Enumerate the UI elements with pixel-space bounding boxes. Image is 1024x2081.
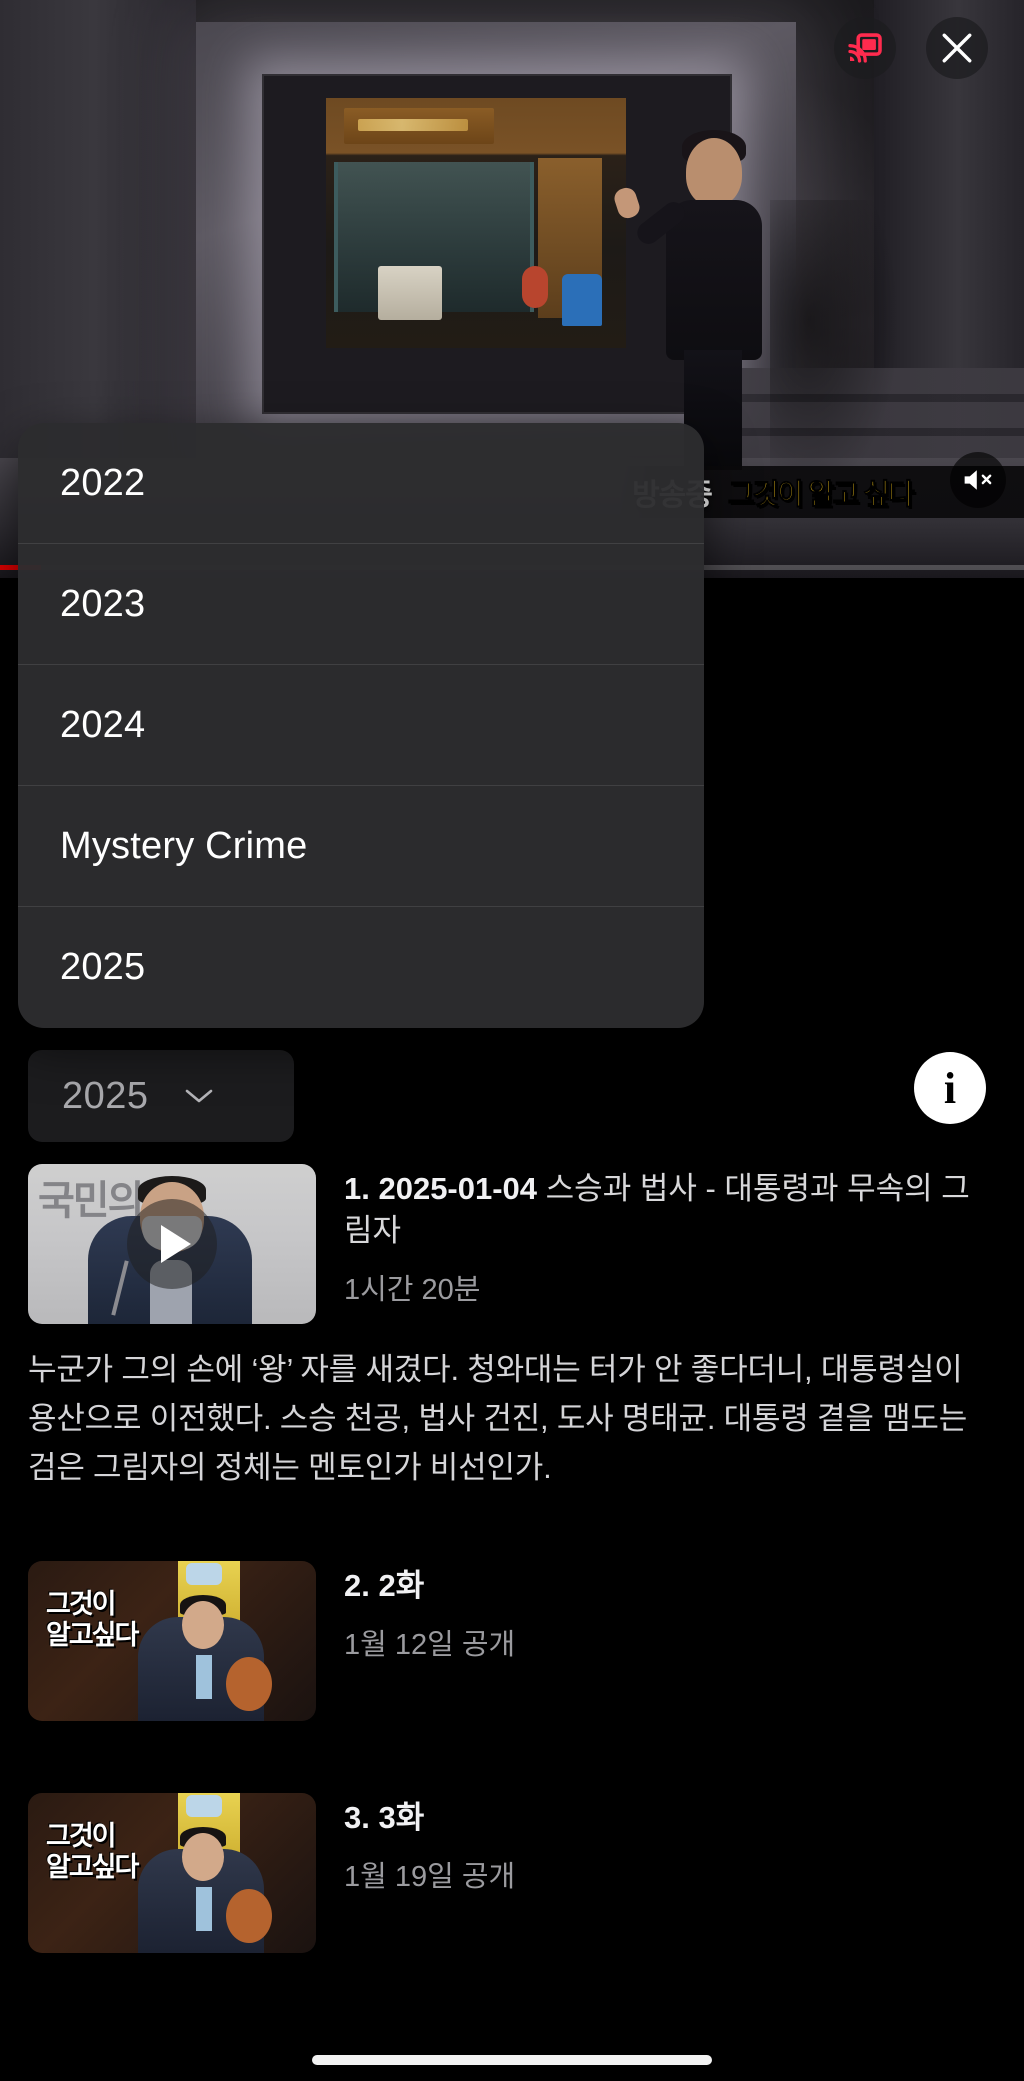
episode-duration-1: 1시간 20분 xyxy=(344,1273,481,1306)
shop-blue-object xyxy=(562,274,602,326)
thumbnail-show-logo-3: 그것이 알고싶다 xyxy=(46,1820,139,1883)
thumbnail-orb xyxy=(226,1888,272,1943)
episode-number-3: 3. 3화 xyxy=(344,1799,425,1835)
thumbnail-logo-line-2: 알고싶다 xyxy=(46,1851,139,1882)
season-selector-label: 2025 xyxy=(62,1074,149,1117)
episode-thumbnail-1[interactable]: 국민의힘 xyxy=(28,1164,316,1324)
dropdown-option-label: 2025 xyxy=(60,946,146,988)
season-dropdown-menu[interactable]: 2022 2023 2024 Mystery Crime 2025 xyxy=(18,423,704,1028)
episode-release-date-2: 1월 12일 공개 xyxy=(344,1628,516,1661)
episode-thumbnail-2[interactable]: 그것이 알고싶다 xyxy=(28,1560,316,1721)
shop-sign xyxy=(344,108,494,144)
dropdown-option-label: 2022 xyxy=(60,461,146,504)
info-icon: i xyxy=(943,1063,957,1113)
app-screen: 방송중 그것이 알고 싶다 xyxy=(0,0,1024,2081)
cast-icon xyxy=(848,33,882,63)
play-button[interactable] xyxy=(127,1199,217,1289)
episode-title-2: 2. 2화 xyxy=(344,1565,996,1607)
thumbnail-orb xyxy=(226,1656,272,1711)
dropdown-option-mystery-crime[interactable]: Mystery Crime xyxy=(18,786,704,907)
thumbnail-show-logo-2: 그것이 알고싶다 xyxy=(46,1588,139,1651)
dropdown-option-2023[interactable]: 2023 xyxy=(18,544,704,665)
dropdown-option-label: 2024 xyxy=(60,703,146,746)
host-presenter xyxy=(611,130,770,470)
dropdown-option-2022[interactable]: 2022 xyxy=(18,423,704,544)
episode-meta-2: 2. 2화 1월 12일 공개 xyxy=(344,1561,996,1721)
thumbnail-host-tie xyxy=(196,1654,212,1699)
ticker-brand-text: 그것이 알고 싶다 xyxy=(727,479,915,512)
host-body xyxy=(666,200,762,360)
dropdown-option-2025[interactable]: 2025 xyxy=(18,907,704,1028)
thumbnail-logo-line-1: 그것이 xyxy=(46,1820,117,1851)
cast-button[interactable] xyxy=(834,17,896,79)
episode-description-1: 누군가 그의 손에 ‘왕’ 자를 새겼다. 청와대는 터가 안 좋다더니, 대통… xyxy=(28,1352,968,1485)
close-icon xyxy=(942,33,972,63)
episode-list: 국민의힘 1. 2025-01-04 스승과 법사 - 대통령과 무속의 그림자… xyxy=(0,1152,1024,1953)
episode-title-3: 3. 3화 xyxy=(344,1797,996,1839)
thumbnail-logo-line-2: 알고싶다 xyxy=(46,1619,139,1650)
mute-button[interactable] xyxy=(950,452,1006,508)
dropdown-option-label: Mystery Crime xyxy=(60,824,308,867)
play-icon xyxy=(160,1225,191,1263)
info-button[interactable]: i xyxy=(914,1052,986,1124)
thumbnail-host-head xyxy=(182,1600,224,1649)
close-button[interactable] xyxy=(926,17,988,79)
thumbnail-host-tie xyxy=(196,1886,212,1931)
episode-release-date-3: 1월 19일 공개 xyxy=(344,1860,516,1893)
episode-thumbnail-3[interactable]: 그것이 알고싶다 xyxy=(28,1792,316,1953)
host-head xyxy=(686,138,742,206)
episode-row-1[interactable]: 국민의힘 1. 2025-01-04 스승과 법사 - 대통령과 무속의 그림자… xyxy=(0,1152,1024,1324)
season-selector-row: 2025 i xyxy=(0,1050,1024,1160)
shop-red-object xyxy=(522,266,548,308)
chevron-down-icon xyxy=(185,1089,212,1103)
thumbnail-host-head xyxy=(182,1832,224,1881)
dropdown-option-2024[interactable]: 2024 xyxy=(18,665,704,786)
stage-screen-image xyxy=(326,98,626,348)
episode-row-3[interactable]: 그것이 알고싶다 3. 3화 1월 19일 공개 xyxy=(0,1781,1024,1953)
episode-row-2[interactable]: 그것이 알고싶다 2. 2화 1월 12일 공개 xyxy=(0,1549,1024,1721)
episode-number-2: 2. 2화 xyxy=(344,1567,425,1603)
home-indicator xyxy=(312,2055,712,2065)
episode-number-date-1: 1. 2025-01-04 xyxy=(344,1171,538,1206)
thumbnail-yellow-figure-mask xyxy=(186,1562,222,1585)
mute-icon xyxy=(964,470,992,490)
host-shadow xyxy=(770,200,900,500)
thumbnail-logo-line-1: 그것이 xyxy=(46,1588,117,1619)
season-selector-button[interactable]: 2025 xyxy=(28,1050,294,1142)
thumbnail-yellow-figure-mask xyxy=(186,1794,222,1817)
episode-meta-3: 3. 3화 1월 19일 공개 xyxy=(344,1793,996,1953)
episode-meta-1: 1. 2025-01-04 스승과 법사 - 대통령과 무속의 그림자 1시간 … xyxy=(344,1164,996,1324)
shop-box xyxy=(378,266,442,320)
episode-title-1: 1. 2025-01-04 스승과 법사 - 대통령과 무속의 그림자 xyxy=(344,1168,996,1252)
dropdown-option-label: 2023 xyxy=(60,582,146,625)
